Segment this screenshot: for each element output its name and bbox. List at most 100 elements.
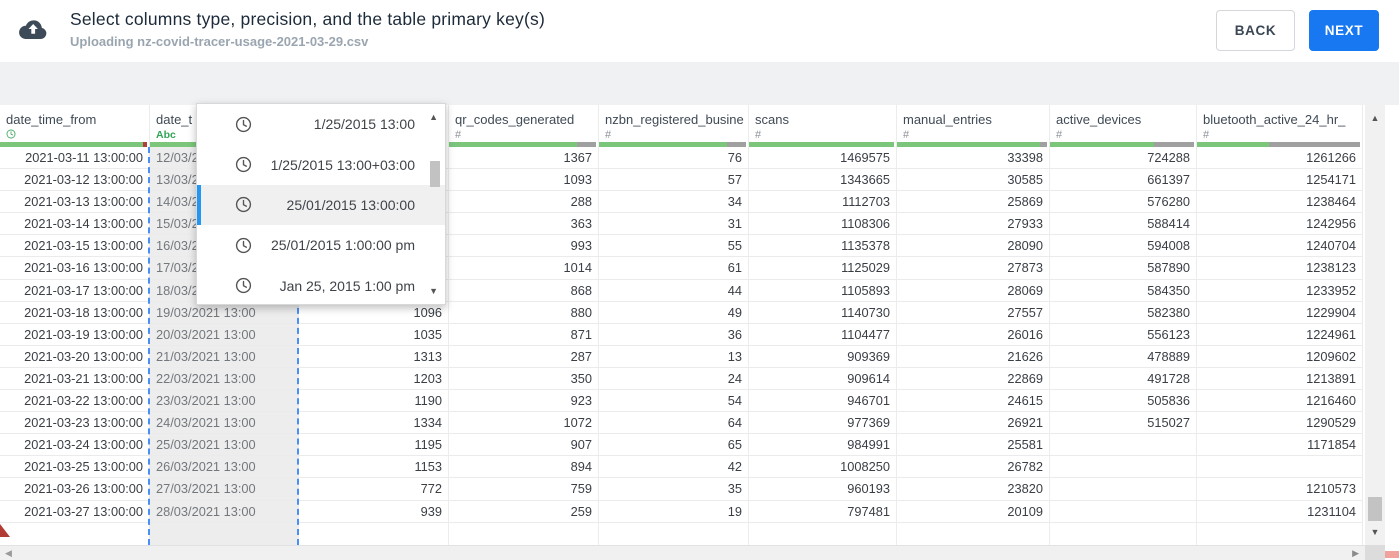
table-cell[interactable]: 22869 bbox=[897, 368, 1049, 391]
table-column-scans[interactable]: scans #1469575 1343665 1112703 1108306 113537… bbox=[749, 105, 897, 545]
next-button[interactable]: NEXT bbox=[1309, 10, 1379, 51]
table-cell[interactable]: 939 bbox=[299, 501, 448, 523]
table-cell[interactable]: 1190 bbox=[299, 390, 448, 413]
table-cell[interactable]: 20109 bbox=[897, 501, 1049, 523]
table-cell[interactable] bbox=[1197, 456, 1362, 479]
table-cell[interactable]: 993 bbox=[449, 235, 598, 258]
table-cell[interactable]: 759 bbox=[449, 478, 598, 501]
table-cell[interactable]: 363 bbox=[449, 213, 598, 236]
table-column-date_time_from[interactable]: date_time_from 2021-03-11 13:00:00 2021-0… bbox=[0, 105, 150, 545]
table-cell[interactable]: 588414 bbox=[1050, 213, 1196, 236]
table-cell[interactable]: 1224961 bbox=[1197, 324, 1362, 346]
table-column-active_devices[interactable]: active_devices #724288 661397 576280 588414 5… bbox=[1050, 105, 1197, 545]
table-cell[interactable]: 960193 bbox=[749, 478, 896, 501]
table-cell[interactable]: 2021-03-20 13:00:00 bbox=[0, 346, 149, 368]
table-cell[interactable]: 1240704 bbox=[1197, 235, 1362, 258]
table-column-bluetooth_active_24_hr_[interactable]: bluetooth_active_24_hr_ #1261266 1254171 12… bbox=[1197, 105, 1363, 545]
table-cell[interactable]: 21626 bbox=[897, 346, 1049, 368]
table-cell[interactable]: 2021-03-17 13:00:00 bbox=[0, 280, 149, 302]
table-column-nzbn_registered_busine[interactable]: nzbn_registered_busine #76 57 34 31 55 61 44 49 3… bbox=[599, 105, 749, 545]
table-cell[interactable]: 923 bbox=[449, 390, 598, 413]
table-cell[interactable]: 28090 bbox=[897, 235, 1049, 258]
table-cell[interactable]: 26921 bbox=[897, 412, 1049, 435]
table-cell[interactable]: 868 bbox=[449, 280, 598, 302]
table-cell[interactable]: 19 bbox=[599, 501, 748, 523]
table-cell[interactable]: 1229904 bbox=[1197, 302, 1362, 324]
table-cell[interactable]: 2021-03-11 13:00:00 bbox=[0, 147, 149, 170]
table-cell[interactable]: 1343665 bbox=[749, 169, 896, 192]
table-cell[interactable]: 2021-03-13 13:00:00 bbox=[0, 191, 149, 214]
table-cell[interactable]: 515027 bbox=[1050, 412, 1196, 435]
dropdown-scrollbar-thumb[interactable] bbox=[430, 161, 440, 187]
table-cell[interactable]: 1072 bbox=[449, 412, 598, 435]
table-cell[interactable]: 287 bbox=[449, 346, 598, 368]
table-cell[interactable]: 1261266 bbox=[1197, 147, 1362, 170]
vertical-scrollbar[interactable]: ▲ ▼ bbox=[1365, 105, 1385, 545]
table-cell[interactable]: 587890 bbox=[1050, 257, 1196, 280]
table-cell[interactable] bbox=[1050, 478, 1196, 501]
table-cell[interactable]: 55 bbox=[599, 235, 748, 258]
table-cell[interactable]: 36 bbox=[599, 324, 748, 346]
table-cell[interactable]: 582380 bbox=[1050, 302, 1196, 324]
table-cell[interactable]: 288 bbox=[449, 191, 598, 214]
table-cell[interactable]: 350 bbox=[449, 368, 598, 391]
table-cell[interactable]: 28069 bbox=[897, 280, 1049, 302]
scroll-left-icon[interactable]: ◀ bbox=[5, 548, 12, 559]
table-cell[interactable] bbox=[1050, 501, 1196, 523]
dropdown-item[interactable]: 1/25/2015 13:00 bbox=[197, 104, 445, 144]
table-cell[interactable]: 909369 bbox=[749, 346, 896, 368]
table-cell[interactable]: 259 bbox=[449, 501, 598, 523]
table-cell[interactable]: 1210573 bbox=[1197, 478, 1362, 501]
table-cell[interactable]: 1469575 bbox=[749, 147, 896, 170]
table-cell[interactable]: 1093 bbox=[449, 169, 598, 192]
table-cell[interactable]: 33398 bbox=[897, 147, 1049, 170]
scroll-right-icon[interactable]: ▶ bbox=[1352, 548, 1359, 559]
table-cell[interactable]: 556123 bbox=[1050, 324, 1196, 346]
table-cell[interactable]: 76 bbox=[599, 147, 748, 170]
table-cell[interactable]: 1290529 bbox=[1197, 412, 1362, 435]
table-cell[interactable]: 27/03/2021 13:00 bbox=[150, 478, 298, 501]
table-cell[interactable]: 2021-03-19 13:00:00 bbox=[0, 324, 149, 346]
table-cell[interactable]: 1313 bbox=[299, 346, 448, 368]
table-cell[interactable]: 1254171 bbox=[1197, 169, 1362, 192]
table-cell[interactable]: 21/03/2021 13:00 bbox=[150, 345, 298, 368]
table-cell[interactable]: 946701 bbox=[749, 390, 896, 413]
table-cell[interactable]: 2021-03-16 13:00:00 bbox=[0, 257, 149, 280]
table-cell[interactable]: 1171854 bbox=[1197, 434, 1362, 457]
table-cell[interactable]: 1209602 bbox=[1197, 346, 1362, 368]
table-cell[interactable]: 26782 bbox=[897, 456, 1049, 479]
vertical-scrollbar-thumb[interactable] bbox=[1368, 497, 1382, 521]
table-cell[interactable]: 54 bbox=[599, 390, 748, 413]
table-cell[interactable]: 1334 bbox=[299, 412, 448, 435]
table-cell[interactable]: 27933 bbox=[897, 213, 1049, 236]
table-column-qr_codes_generated[interactable]: qr_codes_generated #1367 1093 288 363 993 1014… bbox=[449, 105, 599, 545]
table-cell[interactable]: 25869 bbox=[897, 191, 1049, 214]
table-cell[interactable]: 65 bbox=[599, 434, 748, 457]
table-cell[interactable]: 909614 bbox=[749, 368, 896, 391]
table-cell[interactable]: 23/03/2021 13:00 bbox=[150, 390, 298, 413]
table-cell[interactable]: 22/03/2021 13:00 bbox=[150, 367, 298, 391]
table-cell[interactable]: 34 bbox=[599, 191, 748, 214]
table-cell[interactable]: 13 bbox=[599, 346, 748, 368]
table-cell[interactable]: 1238464 bbox=[1197, 191, 1362, 214]
table-cell[interactable]: 30585 bbox=[897, 169, 1049, 192]
scroll-up-icon[interactable]: ▲ bbox=[1365, 113, 1385, 123]
table-cell[interactable]: 2021-03-21 13:00:00 bbox=[0, 368, 149, 391]
table-cell[interactable]: 576280 bbox=[1050, 191, 1196, 214]
table-cell[interactable]: 2021-03-22 13:00:00 bbox=[0, 390, 149, 413]
table-cell[interactable]: 772 bbox=[299, 478, 448, 501]
horizontal-scrollbar[interactable]: ◀ ▶ bbox=[0, 545, 1365, 560]
table-cell[interactable]: 797481 bbox=[749, 501, 896, 523]
table-cell[interactable]: 1125029 bbox=[749, 257, 896, 280]
table-cell[interactable]: 871 bbox=[449, 324, 598, 346]
table-cell[interactable]: 594008 bbox=[1050, 235, 1196, 258]
table-cell[interactable]: 1231104 bbox=[1197, 501, 1362, 523]
table-cell[interactable]: 977369 bbox=[749, 412, 896, 435]
table-cell[interactable]: 724288 bbox=[1050, 147, 1196, 170]
table-cell[interactable]: 1153 bbox=[299, 456, 448, 479]
table-cell[interactable]: 1135378 bbox=[749, 235, 896, 258]
table-cell[interactable]: 984991 bbox=[749, 434, 896, 457]
table-cell[interactable]: 2021-03-15 13:00:00 bbox=[0, 235, 149, 258]
table-cell[interactable]: 2021-03-12 13:00:00 bbox=[0, 169, 149, 192]
dropdown-item[interactable]: 1/25/2015 13:00+03:00 bbox=[197, 144, 445, 184]
